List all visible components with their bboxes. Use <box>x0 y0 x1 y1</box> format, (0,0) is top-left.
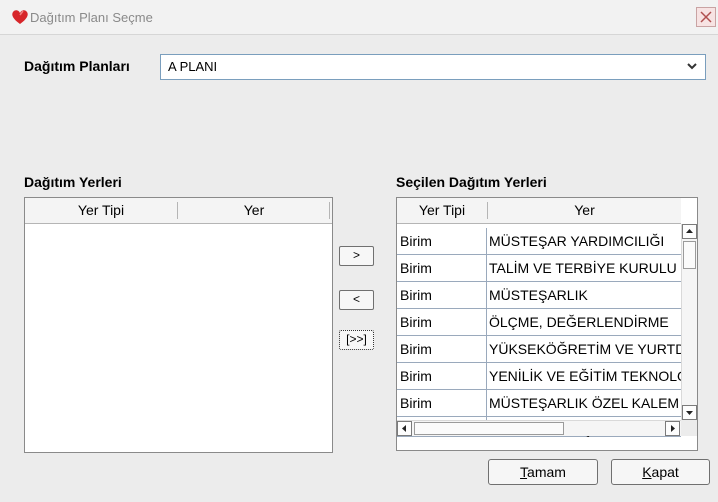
row-type: Birim <box>400 368 432 384</box>
table-row[interactable]: Birim MÜSTEŞAR YARDIMCILIĞI <box>397 228 681 255</box>
arrow-down-icon <box>686 411 693 415</box>
ok-label: amam <box>527 464 566 480</box>
selected-title: Seçilen Dağıtım Yerleri <box>396 174 547 190</box>
window-title: Dağıtım Planı Seçme <box>30 10 153 25</box>
scroll-left-button[interactable] <box>397 421 412 436</box>
row-place: ÖLÇME, DEĞERLENDİRME <box>489 314 669 330</box>
vertical-scroll-thumb[interactable] <box>683 241 696 269</box>
scroll-corner <box>681 420 697 436</box>
table-row[interactable]: Birim TALİM VE TERBİYE KURULU <box>397 255 681 282</box>
row-type: Birim <box>400 233 432 249</box>
table-row[interactable]: Birim ÖLÇME, DEĞERLENDİRME <box>397 309 681 336</box>
row-place: YÜKSEKÖĞRETİM VE YURTDIŞI <box>489 341 681 357</box>
table-row[interactable]: Birim MÜSTEŞARLIK <box>397 282 681 309</box>
row-type: Birim <box>400 287 432 303</box>
add-all-button[interactable]: [>>] <box>339 330 374 350</box>
close-icon <box>700 11 712 23</box>
column-header-yer-tipi[interactable]: Yer Tipi <box>25 198 177 223</box>
close-label: apat <box>651 464 679 480</box>
column-header-yer[interactable]: Yer <box>488 198 681 223</box>
horizontal-scrollbar[interactable] <box>397 420 681 436</box>
add-button[interactable]: > <box>339 246 374 266</box>
close-mnemonic: K <box>642 464 652 480</box>
remove-button[interactable]: < <box>339 290 374 310</box>
scroll-up-button[interactable] <box>682 224 697 239</box>
arrow-left-icon <box>402 425 406 432</box>
selected-table-header: Yer Tipi Yer <box>397 198 681 224</box>
selected-table[interactable]: Yer Tipi Yer Birim MÜSTEŞAR YARDIMCILIĞI… <box>396 197 698 451</box>
row-type: Birim <box>400 314 432 330</box>
close-dialog-button[interactable]: Kapat <box>611 459 710 485</box>
row-place: MÜSTEŞAR YARDIMCILIĞI <box>489 233 665 249</box>
table-row[interactable]: Birim YENİLİK VE EĞİTİM TEKNOLOJİLERİ <box>397 363 681 390</box>
chevron-down-icon <box>687 63 697 70</box>
scroll-right-button[interactable] <box>665 421 680 436</box>
ok-button[interactable]: Tamam <box>488 459 598 485</box>
close-button[interactable] <box>696 7 716 27</box>
column-header-yer[interactable]: Yer <box>178 198 330 223</box>
row-type: Birim <box>400 260 432 276</box>
scroll-down-button[interactable] <box>682 405 697 420</box>
vertical-scrollbar[interactable] <box>681 224 697 420</box>
available-table[interactable]: Yer Tipi Yer <box>24 197 333 453</box>
title-bar: Dağıtım Planı Seçme <box>0 0 718 35</box>
plan-label: Dağıtım Planları <box>24 58 130 74</box>
ok-mnemonic: T <box>520 464 528 480</box>
available-title: Dağıtım Yerleri <box>24 174 122 190</box>
plan-select[interactable]: A PLANI <box>160 54 706 80</box>
column-header-yer-tipi[interactable]: Yer Tipi <box>397 198 487 223</box>
row-type: Birim <box>400 341 432 357</box>
row-place: MÜSTEŞARLIK <box>489 287 588 303</box>
row-place: TALİM VE TERBİYE KURULU <box>489 260 677 276</box>
plan-select-value: A PLANI <box>168 59 218 74</box>
table-row[interactable]: Birim YÜKSEKÖĞRETİM VE YURTDIŞI <box>397 336 681 363</box>
row-place: YENİLİK VE EĞİTİM TEKNOLOJİLERİ <box>489 368 681 384</box>
horizontal-scroll-thumb[interactable] <box>414 422 564 435</box>
app-logo-icon <box>12 10 28 24</box>
arrow-up-icon <box>686 229 693 233</box>
arrow-right-icon <box>671 425 675 432</box>
available-table-header: Yer Tipi Yer <box>25 198 332 224</box>
